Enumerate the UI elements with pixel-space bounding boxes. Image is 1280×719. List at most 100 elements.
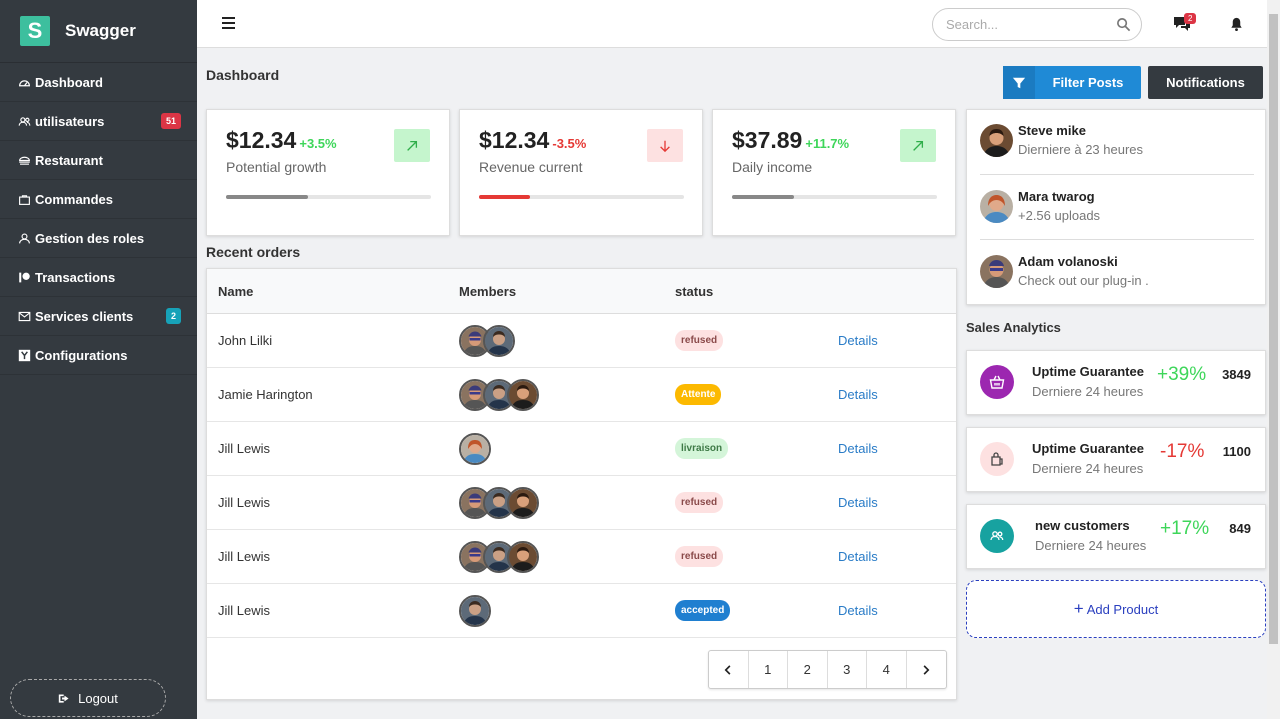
add-product-label: Add Product <box>1086 601 1159 617</box>
stat-card-revenue-current: $12.34 -3.5% Revenue current <box>459 109 703 236</box>
status-badge: accepted <box>675 600 731 621</box>
avatar <box>507 540 539 573</box>
sales-percent: -17% <box>1160 441 1205 462</box>
members-avatars <box>459 324 515 357</box>
avatar <box>980 123 1013 157</box>
page-button[interactable]: 2 <box>788 651 828 688</box>
sidebar-item-restaurant[interactable]: Restaurant <box>0 141 197 180</box>
avatar <box>459 432 491 465</box>
mail-icon <box>17 309 31 323</box>
header-members: Members <box>459 283 517 299</box>
sidebar-item-label: Services clients <box>35 308 134 324</box>
y-icon <box>17 348 31 362</box>
members-avatars <box>459 594 491 627</box>
order-name: Jill Lewis <box>218 549 271 564</box>
sales-number: 3849 <box>1222 367 1251 382</box>
sales-title: new customers <box>1035 518 1130 533</box>
status-badge: refused <box>675 546 724 567</box>
details-link[interactable]: Details <box>838 495 878 510</box>
stat-progress-bar <box>226 195 431 199</box>
bell-icon[interactable] <box>1229 16 1244 32</box>
brand-logo: S <box>20 16 50 46</box>
status-cell: refused <box>675 492 724 513</box>
members-avatars <box>459 486 539 519</box>
table-row: John Lilki refused Details <box>207 314 956 368</box>
stat-label: Revenue current <box>479 159 583 175</box>
sidebar-item-transactions[interactable]: Transactions <box>0 258 197 297</box>
page-button[interactable]: 3 <box>828 651 867 688</box>
table-header: Name Members status <box>207 269 956 314</box>
details-link[interactable]: Details <box>838 603 878 618</box>
sidebar-item-utilisateurs[interactable]: utilisateurs 51 <box>0 102 197 141</box>
order-name: Jill Lewis <box>218 495 271 510</box>
stat-value: $12.34 -3.5% <box>479 127 587 153</box>
person-name: Mara twarog <box>1018 189 1095 204</box>
search-box <box>932 8 1142 41</box>
sidebar-item-configurations[interactable]: Configurations <box>0 336 197 375</box>
sales-title: Uptime Guarantee <box>1032 441 1144 456</box>
stat-card-daily-income: $37.89 +11.7% Daily income <box>712 109 956 236</box>
filter-posts-button[interactable]: Filter Posts <box>1003 66 1141 99</box>
table-row: Jill Lewis refused Details <box>207 476 956 530</box>
notifications-button[interactable]: Notifications <box>1148 66 1263 99</box>
person-subtitle: Dierniere à 23 heures <box>1018 142 1144 157</box>
sidebar-item-services-clients[interactable]: Services clients 2 <box>0 297 197 336</box>
list-item[interactable]: Adam volanoski Check out our plug-in . <box>980 244 1240 298</box>
stat-change: -3.5% <box>552 136 587 151</box>
logout-button[interactable]: Logout <box>10 679 166 717</box>
sales-card: new customers Derniere 24 heures +17% 84… <box>966 504 1266 569</box>
logout-icon <box>58 693 69 703</box>
orders-table: Name Members status John Lilki refused Det… <box>206 268 957 700</box>
sidebar-item-commandes[interactable]: Commandes <box>0 180 197 219</box>
person-subtitle: Check out our plug-in . <box>1018 273 1149 288</box>
recent-orders-title: Recent orders <box>206 244 301 260</box>
details-link[interactable]: Details <box>838 441 878 456</box>
page-title: Dashboard <box>206 67 280 83</box>
add-product-button[interactable]: + Add Product <box>966 580 1266 638</box>
avatar <box>507 378 539 411</box>
sidebar-item-gestion-des-roles[interactable]: Gestion des roles <box>0 219 197 258</box>
status-cell: accepted <box>675 600 731 621</box>
search-icon[interactable] <box>1116 17 1131 32</box>
sales-number: 1100 <box>1222 444 1251 459</box>
page-scrollbar[interactable] <box>1267 0 1280 719</box>
prev-page-button[interactable] <box>709 651 749 688</box>
sidebar-item-label: Transactions <box>35 269 116 285</box>
header-status: status <box>675 283 714 299</box>
sidebar-item-dashboard[interactable]: Dashboard <box>0 63 197 102</box>
person-name: Steve mike <box>1018 123 1086 138</box>
avatar <box>980 189 1013 223</box>
logout-label: Logout <box>78 690 118 706</box>
list-item[interactable]: Steve mike Dierniere à 23 heures <box>980 113 1240 167</box>
stat-change: +11.7% <box>805 136 850 151</box>
order-name: Jamie Harington <box>218 387 313 402</box>
order-name: Jill Lewis <box>218 603 271 618</box>
details-link[interactable]: Details <box>838 387 878 402</box>
details-link[interactable]: Details <box>838 549 878 564</box>
brand[interactable]: S Swagger <box>0 0 197 63</box>
sidebar-item-label: Commandes <box>35 191 114 207</box>
page-button[interactable]: 4 <box>867 651 907 688</box>
status-badge: refused <box>675 492 724 513</box>
person-subtitle: +2.56 uploads <box>1018 208 1101 223</box>
users-count-badge: 51 <box>160 113 181 129</box>
scrollbar-thumb[interactable] <box>1269 14 1278 644</box>
stat-progress-fill <box>226 195 308 199</box>
details-link[interactable]: Details <box>838 333 878 348</box>
arrow-down-icon <box>647 129 683 162</box>
users-icon <box>17 114 31 128</box>
sales-card: Uptime Guarantee Derniere 24 heures -17%… <box>966 427 1266 492</box>
person-name: Adam volanoski <box>1018 254 1118 269</box>
sidebar: S Swagger Dashboard utilisateurs 51 Rest… <box>0 0 197 719</box>
page-button[interactable]: 1 <box>749 651 788 688</box>
menu-toggle-icon[interactable] <box>222 17 235 30</box>
filter-posts-label: Filter Posts <box>1052 75 1124 90</box>
list-item[interactable]: Mara twarog +2.56 uploads <box>980 179 1240 233</box>
sales-subtitle: Derniere 24 heures <box>1032 384 1144 399</box>
avatar <box>980 254 1013 288</box>
sales-card: Uptime Guarantee Derniere 24 heures +39%… <box>966 350 1266 415</box>
activity-card: Steve mike Dierniere à 23 heures Mara twa… <box>966 109 1266 305</box>
search-input[interactable] <box>946 17 1106 32</box>
next-page-button[interactable] <box>907 651 947 688</box>
patreon-icon <box>17 270 31 284</box>
